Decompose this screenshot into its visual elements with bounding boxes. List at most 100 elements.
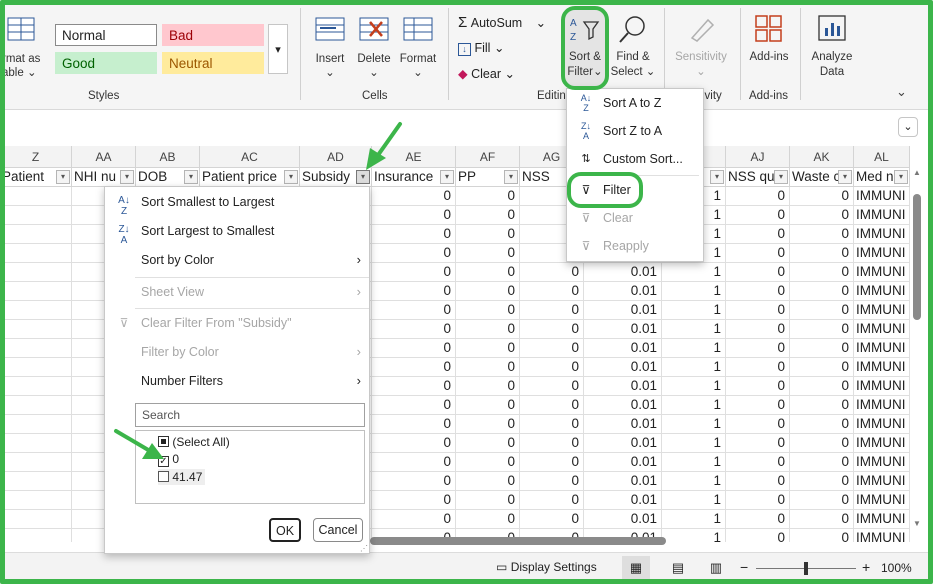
- format-as-table-button[interactable]: rmat as able ⌄: [0, 14, 50, 84]
- table-cell[interactable]: 0: [456, 244, 520, 263]
- table-cell[interactable]: IMMUNI: [854, 491, 910, 510]
- table-cell[interactable]: [0, 282, 72, 301]
- table-cell[interactable]: IMMUNI: [854, 282, 910, 301]
- page-break-icon[interactable]: ▥: [706, 556, 726, 580]
- filter-dropdown-icon[interactable]: ▾: [894, 170, 908, 184]
- table-cell[interactable]: 0: [456, 358, 520, 377]
- table-cell[interactable]: 0.01: [584, 453, 662, 472]
- table-cell[interactable]: 0: [372, 472, 456, 491]
- formula-bar[interactable]: ⌄: [0, 115, 933, 141]
- table-cell[interactable]: 0: [372, 396, 456, 415]
- table-cell[interactable]: 1: [662, 339, 726, 358]
- table-cell[interactable]: [0, 206, 72, 225]
- table-cell[interactable]: 0: [726, 320, 790, 339]
- table-cell[interactable]: 0.01: [584, 415, 662, 434]
- table-cell[interactable]: IMMUNI: [854, 434, 910, 453]
- filter-item[interactable]: ⊽ Filter: [567, 176, 703, 204]
- table-cell[interactable]: 0: [372, 225, 456, 244]
- table-cell[interactable]: [0, 377, 72, 396]
- table-cell[interactable]: [0, 434, 72, 453]
- table-cell[interactable]: 0: [726, 206, 790, 225]
- table-cell[interactable]: 0.01: [584, 339, 662, 358]
- value-item-4147[interactable]: 41.47: [158, 469, 206, 485]
- table-cell[interactable]: IMMUNI: [854, 320, 910, 339]
- table-cell[interactable]: 0: [456, 282, 520, 301]
- table-cell[interactable]: 0: [520, 358, 584, 377]
- table-cell[interactable]: 0: [790, 187, 854, 206]
- table-cell[interactable]: IMMUNI: [854, 510, 910, 529]
- table-cell[interactable]: 0: [456, 339, 520, 358]
- table-cell[interactable]: 0: [726, 434, 790, 453]
- table-header-cell[interactable]: PP ▾: [456, 168, 520, 187]
- table-cell[interactable]: [0, 453, 72, 472]
- table-header-cell[interactable]: NSS qu ▾: [726, 168, 790, 187]
- ribbon-collapse-icon[interactable]: ⌄: [896, 84, 907, 100]
- table-cell[interactable]: 0: [372, 377, 456, 396]
- table-cell[interactable]: 0: [790, 263, 854, 282]
- column-header-ac[interactable]: AC: [200, 146, 300, 168]
- table-header-cell[interactable]: Patient ▾: [0, 168, 72, 187]
- zoom-level[interactable]: 100%: [881, 561, 912, 575]
- sort-a-to-z-item[interactable]: A↓ Z Sort A to Z: [567, 89, 703, 117]
- table-cell[interactable]: 0: [372, 263, 456, 282]
- number-filters-item[interactable]: Number Filters ›: [105, 367, 369, 395]
- table-cell[interactable]: 1: [662, 282, 726, 301]
- zoom-out-icon[interactable]: −: [740, 559, 748, 575]
- table-cell[interactable]: 0: [520, 377, 584, 396]
- table-cell[interactable]: 0: [520, 263, 584, 282]
- sort-filter-button[interactable]: AZ Sort & Filter⌄: [565, 10, 605, 86]
- ok-button[interactable]: OK: [269, 518, 301, 542]
- table-cell[interactable]: IMMUNI: [854, 415, 910, 434]
- scroll-down-icon[interactable]: ▼: [910, 519, 924, 528]
- table-cell[interactable]: 0: [372, 320, 456, 339]
- column-header-af[interactable]: AF: [456, 146, 520, 168]
- table-cell[interactable]: 0.01: [584, 396, 662, 415]
- addins-button[interactable]: Add-ins: [744, 14, 794, 84]
- table-cell[interactable]: 0: [372, 434, 456, 453]
- table-header-cell[interactable]: Waste c ▾: [790, 168, 854, 187]
- table-cell[interactable]: IMMUNI: [854, 358, 910, 377]
- column-header-ak[interactable]: AK: [790, 146, 854, 168]
- sort-by-color-item[interactable]: Sort by Color ›: [105, 246, 369, 274]
- table-cell[interactable]: 0: [372, 491, 456, 510]
- table-cell[interactable]: 0.01: [584, 358, 662, 377]
- table-header-cell[interactable]: DOB ▾: [136, 168, 200, 187]
- normal-view-icon[interactable]: ▦: [622, 556, 650, 580]
- styles-more-button[interactable]: ▾: [268, 24, 288, 74]
- sort-descending-item[interactable]: Z↓ A Sort Largest to Smallest: [105, 217, 369, 246]
- table-cell[interactable]: 0: [790, 453, 854, 472]
- zoom-in-icon[interactable]: +: [862, 559, 870, 575]
- table-cell[interactable]: 0: [726, 358, 790, 377]
- table-cell[interactable]: 0: [520, 301, 584, 320]
- clear-button[interactable]: ◆ Clear ⌄: [458, 66, 538, 86]
- table-cell[interactable]: IMMUNI: [854, 339, 910, 358]
- filter-dropdown-icon[interactable]: ▾: [284, 170, 298, 184]
- table-cell[interactable]: 0: [520, 491, 584, 510]
- table-cell[interactable]: 0: [372, 206, 456, 225]
- table-cell[interactable]: [0, 396, 72, 415]
- style-good[interactable]: Good: [55, 52, 157, 74]
- table-header-cell[interactable]: Med na ▾: [854, 168, 910, 187]
- table-cell[interactable]: 0: [372, 510, 456, 529]
- table-cell[interactable]: 0: [372, 244, 456, 263]
- table-cell[interactable]: 0: [520, 320, 584, 339]
- table-cell[interactable]: [0, 263, 72, 282]
- custom-sort-item[interactable]: ⇅ Custom Sort...: [567, 145, 703, 173]
- table-cell[interactable]: 1: [662, 396, 726, 415]
- table-cell[interactable]: 0: [726, 491, 790, 510]
- table-cell[interactable]: IMMUNI: [854, 263, 910, 282]
- formula-expand-icon[interactable]: ⌄: [898, 117, 918, 137]
- table-cell[interactable]: IMMUNI: [854, 377, 910, 396]
- style-neutral[interactable]: Neutral: [162, 52, 264, 74]
- display-settings-button[interactable]: ▭ Display Settings: [496, 560, 597, 574]
- page-layout-icon[interactable]: ▤: [668, 556, 688, 580]
- table-cell[interactable]: 0.01: [584, 301, 662, 320]
- table-cell[interactable]: 0: [372, 415, 456, 434]
- horizontal-scroll-thumb[interactable]: [370, 537, 666, 545]
- table-cell[interactable]: [0, 339, 72, 358]
- table-cell[interactable]: 0: [726, 453, 790, 472]
- table-cell[interactable]: [0, 225, 72, 244]
- table-cell[interactable]: [0, 415, 72, 434]
- table-cell[interactable]: 0: [726, 415, 790, 434]
- table-cell[interactable]: 0: [790, 244, 854, 263]
